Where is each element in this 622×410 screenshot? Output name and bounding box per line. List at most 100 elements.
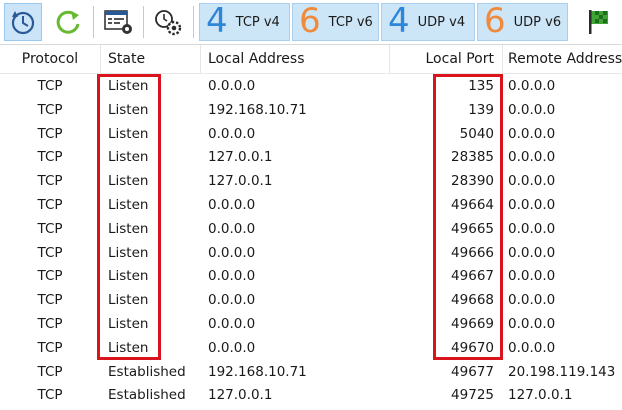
state-cell: Listen xyxy=(108,268,149,285)
remote-address-cell: 127.0.0.1 xyxy=(508,387,573,404)
resolve-button[interactable] xyxy=(148,3,188,41)
local-port-cell: 49665 xyxy=(451,220,494,237)
state-cell: Listen xyxy=(108,125,149,142)
refresh-button[interactable] xyxy=(48,3,88,41)
column-header-remote-address[interactable]: Remote Address xyxy=(508,45,622,73)
remote-address-cell: 0.0.0.0 xyxy=(508,149,556,166)
protocol-cell: TCP xyxy=(37,292,63,309)
toolbar: 4 TCP v4 6 TCP v6 4 UDP v4 6 UDP v6 xyxy=(0,0,622,45)
protocol-cell: TCP xyxy=(37,196,63,213)
local-address-cell: 0.0.0.0 xyxy=(208,125,256,142)
protocol-cell: TCP xyxy=(37,244,63,261)
local-port-cell: 5040 xyxy=(459,125,494,142)
state-cell: Listen xyxy=(108,292,149,309)
local-port-cell: 49669 xyxy=(451,315,494,332)
remote-address-cell: 0.0.0.0 xyxy=(508,315,556,332)
connections-table: TCP Listen 0.0.0.0 135 0.0.0.0 TCP Listen 192.1… xyxy=(0,75,622,408)
local-address-cell: 127.0.0.1 xyxy=(208,387,273,404)
filter-label: TCP v4 xyxy=(235,14,280,30)
local-port-cell: 49666 xyxy=(451,244,494,261)
state-cell: Established xyxy=(108,363,186,380)
window-settings-icon xyxy=(104,10,132,34)
table-row[interactable]: TCP Listen 0.0.0.0 49670 0.0.0.0 xyxy=(0,337,622,361)
protocol-cell: TCP xyxy=(37,363,63,380)
protocol-cell: TCP xyxy=(37,149,63,166)
remote-address-cell: 0.0.0.0 xyxy=(508,78,556,94)
table-row[interactable]: TCP Listen 0.0.0.0 49667 0.0.0.0 xyxy=(0,265,622,289)
local-address-cell: 127.0.0.1 xyxy=(208,173,273,190)
local-port-cell: 49668 xyxy=(451,292,494,309)
table-row[interactable]: TCP Listen 0.0.0.0 135 0.0.0.0 xyxy=(0,75,622,99)
local-address-cell: 192.168.10.71 xyxy=(208,363,307,380)
clock-refresh-icon xyxy=(11,11,35,35)
table-row[interactable]: TCP Established 127.0.0.1 49725 127.0.0.1 xyxy=(0,384,622,408)
local-address-cell: 127.0.0.1 xyxy=(208,149,273,166)
protocol-cell: TCP xyxy=(37,339,63,356)
local-port-cell: 49677 xyxy=(451,363,494,380)
flag-button[interactable] xyxy=(580,3,616,41)
column-header-local-port[interactable]: Local Port xyxy=(390,45,495,73)
state-cell: Established xyxy=(108,387,186,404)
local-address-cell: 0.0.0.0 xyxy=(208,196,256,213)
local-port-cell: 139 xyxy=(468,101,494,118)
remote-address-cell: 0.0.0.0 xyxy=(508,125,556,142)
state-cell: Listen xyxy=(108,149,149,166)
table-row[interactable]: TCP Listen 0.0.0.0 49668 0.0.0.0 xyxy=(0,289,622,313)
column-header-protocol[interactable]: Protocol xyxy=(0,45,100,73)
local-address-cell: 192.168.10.71 xyxy=(208,101,307,118)
state-cell: Listen xyxy=(108,339,149,356)
table-row[interactable]: TCP Listen 127.0.0.1 28385 0.0.0.0 xyxy=(0,146,622,170)
local-address-cell: 0.0.0.0 xyxy=(208,78,256,94)
state-cell: Listen xyxy=(108,101,149,118)
toolbar-separator xyxy=(93,6,94,38)
table-row[interactable]: TCP Listen 127.0.0.1 28390 0.0.0.0 xyxy=(0,170,622,194)
remote-address-cell: 0.0.0.0 xyxy=(508,173,556,190)
local-address-cell: 0.0.0.0 xyxy=(208,220,256,237)
protocol-cell: TCP xyxy=(37,173,63,190)
remote-address-cell: 0.0.0.0 xyxy=(508,196,556,213)
table-row[interactable]: TCP Listen 192.168.10.71 139 0.0.0.0 xyxy=(0,99,622,123)
table-row[interactable]: TCP Listen 0.0.0.0 49669 0.0.0.0 xyxy=(0,313,622,337)
local-port-cell: 49725 xyxy=(451,387,494,404)
protocol-cell: TCP xyxy=(37,101,63,118)
ipv6-icon: 6 xyxy=(484,1,506,41)
ipv4-icon: 4 xyxy=(388,1,410,41)
filter-label: TCP v6 xyxy=(328,14,373,30)
protocol-cell: TCP xyxy=(37,125,63,142)
state-cell: Listen xyxy=(108,196,149,213)
table-row[interactable]: TCP Listen 0.0.0.0 49664 0.0.0.0 xyxy=(0,194,622,218)
remote-address-cell: 0.0.0.0 xyxy=(508,101,556,118)
table-header: Protocol State Local Address Local Port … xyxy=(0,45,622,74)
column-divider[interactable] xyxy=(100,45,101,73)
filter-udp-v4-button[interactable]: 4 UDP v4 xyxy=(381,3,475,41)
state-cell: Listen xyxy=(108,315,149,332)
table-row[interactable]: TCP Listen 0.0.0.0 49665 0.0.0.0 xyxy=(0,218,622,242)
column-header-state[interactable]: State xyxy=(108,45,198,73)
protocol-cell: TCP xyxy=(37,268,63,285)
protocol-cell: TCP xyxy=(37,387,63,404)
remote-address-cell: 0.0.0.0 xyxy=(508,292,556,309)
table-row[interactable]: TCP Listen 0.0.0.0 49666 0.0.0.0 xyxy=(0,242,622,266)
table-row[interactable]: TCP Established 192.168.10.71 49677 20.198.1… xyxy=(0,361,622,385)
protocol-cell: TCP xyxy=(37,78,63,94)
state-cell: Listen xyxy=(108,78,149,94)
auto-refresh-button[interactable] xyxy=(4,3,42,41)
table-row[interactable]: TCP Listen 0.0.0.0 5040 0.0.0.0 xyxy=(0,123,622,147)
state-cell: Listen xyxy=(108,244,149,261)
local-port-cell: 49670 xyxy=(451,339,494,356)
local-address-cell: 0.0.0.0 xyxy=(208,292,256,309)
column-divider[interactable] xyxy=(200,45,201,73)
filter-tcp-v4-button[interactable]: 4 TCP v4 xyxy=(199,3,290,41)
filter-tcp-v6-button[interactable]: 6 TCP v6 xyxy=(292,3,379,41)
local-port-cell: 49667 xyxy=(451,268,494,285)
remote-address-cell: 0.0.0.0 xyxy=(508,339,556,356)
protocol-cell: TCP xyxy=(37,220,63,237)
filter-udp-v6-button[interactable]: 6 UDP v6 xyxy=(477,3,568,41)
local-address-cell: 0.0.0.0 xyxy=(208,339,256,356)
local-address-cell: 0.0.0.0 xyxy=(208,268,256,285)
toolbar-separator xyxy=(193,6,194,38)
column-header-local-address[interactable]: Local Address xyxy=(208,45,388,73)
green-flag-icon xyxy=(589,10,608,34)
options-button[interactable] xyxy=(98,3,138,41)
column-divider[interactable] xyxy=(502,45,503,73)
